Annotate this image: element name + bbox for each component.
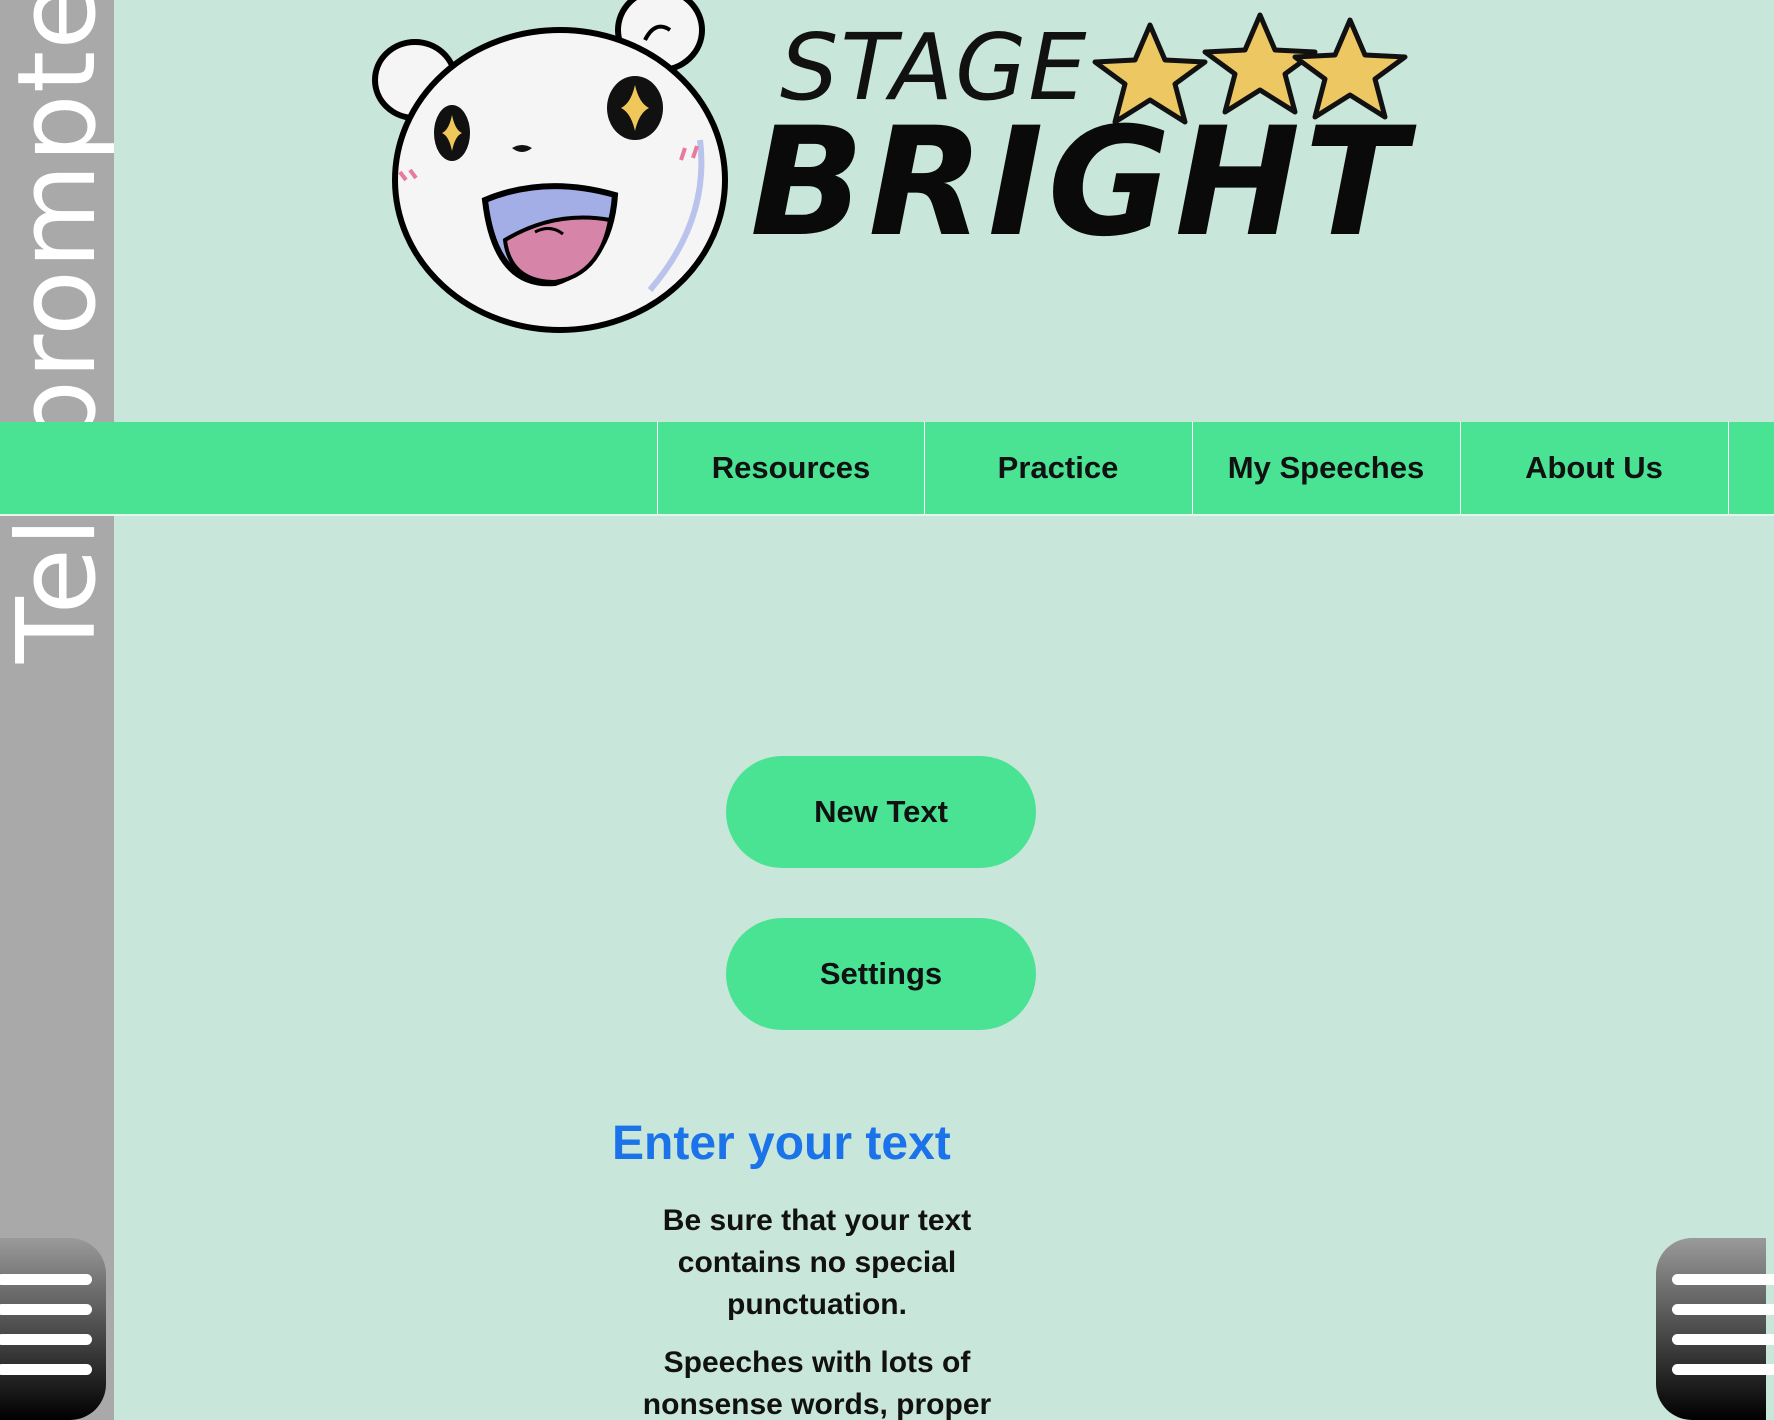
instruction-paragraph-1: Be sure that your text contains no speci… <box>662 1204 972 1321</box>
nav-item-practice[interactable]: Practice <box>924 422 1191 514</box>
nav-item-resources[interactable]: Resources <box>657 422 924 514</box>
side-tab-label: Teleprompter <box>0 0 114 664</box>
new-text-button[interactable]: New Text <box>726 756 1036 868</box>
bear-mascot-icon <box>372 0 728 333</box>
nav-divider <box>1728 422 1730 514</box>
instruction-paragraph-2: Speeches with lots of nonsense words, pr… <box>642 1346 992 1420</box>
enter-text-heading: Enter your text <box>612 1117 951 1170</box>
logo-bright-text: BRIGHT <box>750 96 1411 270</box>
left-menu-button[interactable] <box>0 1238 106 1420</box>
stage-bright-logo[interactable]: STAGE BRIGHT <box>360 0 1420 340</box>
page: Teleprompter STAGE BRIGHT Resources Prac… <box>0 0 1774 1420</box>
nav-item-my-speeches[interactable]: My Speeches <box>1192 422 1459 514</box>
nav-item-about-us[interactable]: About Us <box>1460 422 1727 514</box>
settings-button[interactable]: Settings <box>726 918 1036 1030</box>
main-nav: Resources Practice My Speeches About Us <box>0 422 1774 516</box>
right-menu-button[interactable] <box>1656 1238 1774 1420</box>
teleprompter-side-tab[interactable]: Teleprompter <box>0 0 114 1420</box>
